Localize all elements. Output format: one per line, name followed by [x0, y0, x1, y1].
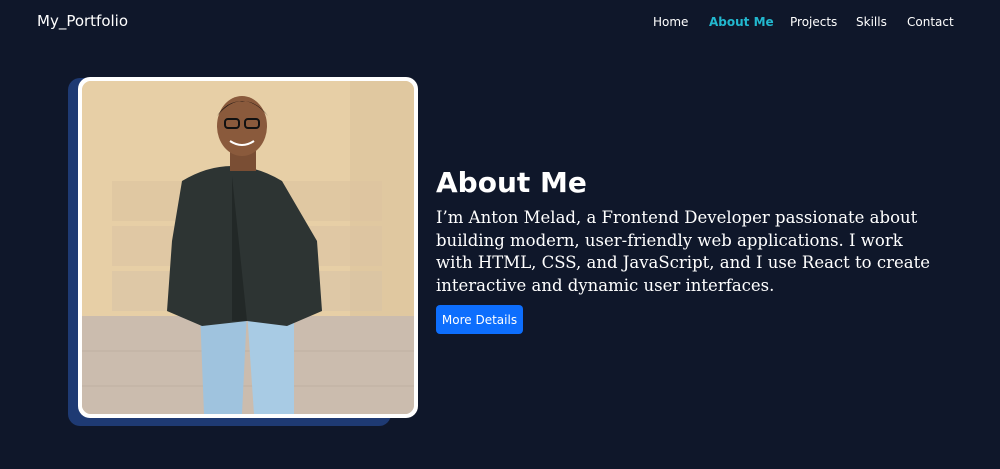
- more-details-button[interactable]: More Details: [436, 305, 523, 334]
- nav-link-skills[interactable]: Skills: [856, 15, 887, 29]
- nav-link-projects[interactable]: Projects: [790, 15, 837, 29]
- about-title: About Me: [436, 166, 587, 199]
- navbar: My_Portfolio Home About Me Projects Skil…: [0, 0, 1000, 44]
- profile-photo: [82, 81, 414, 414]
- person-illustration: [82, 81, 414, 414]
- nav-link-contact[interactable]: Contact: [907, 15, 954, 29]
- nav-link-home[interactable]: Home: [653, 15, 688, 29]
- photo-frame: [78, 77, 418, 418]
- nav-link-about[interactable]: About Me: [709, 15, 774, 29]
- nav-links: Home About Me Projects Skills Contact: [0, 15, 1000, 35]
- about-description: I’m Anton Melad, a Frontend Developer pa…: [436, 208, 930, 295]
